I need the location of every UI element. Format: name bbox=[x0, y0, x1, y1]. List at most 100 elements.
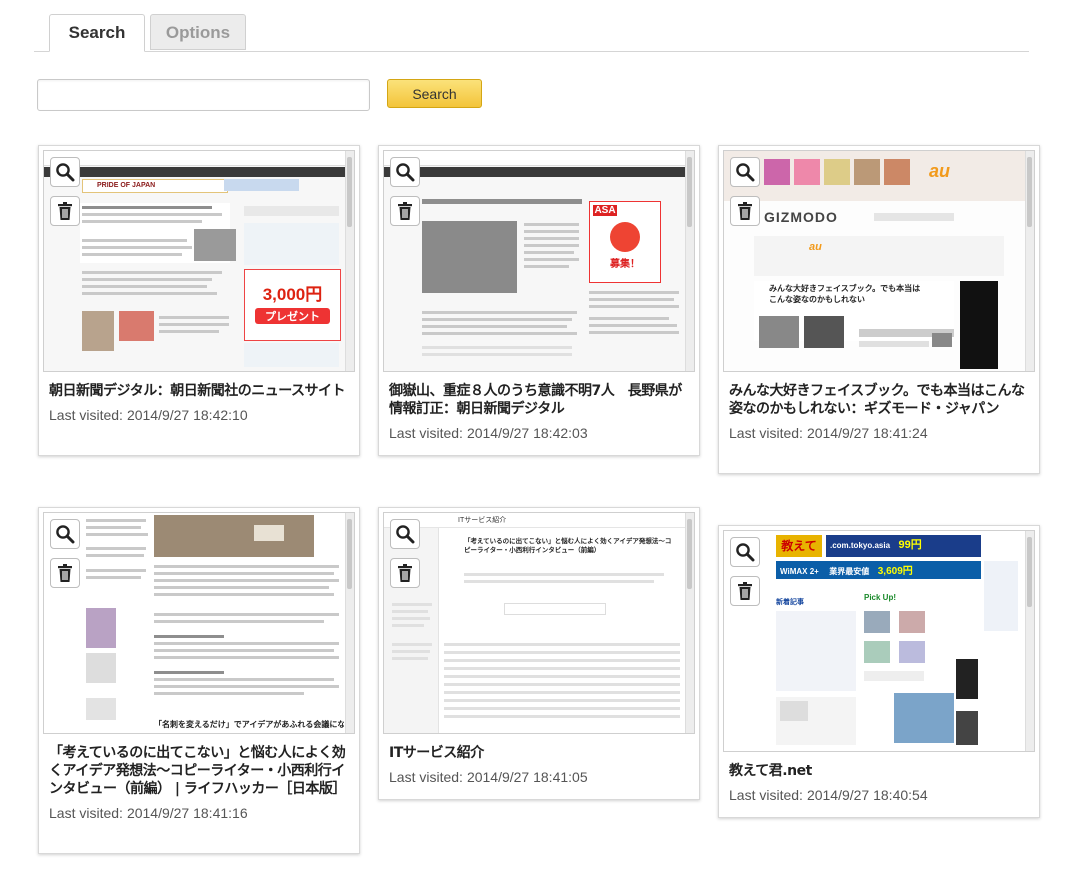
thumb-headline: 「名刺を変えるだけ」でアイデアがあふれる会議になる理由 bbox=[154, 720, 344, 729]
trash-icon bbox=[738, 582, 752, 600]
thumb-headline: みんな大好きフェイスブック。でも本当は こんな姿なのかもしれない bbox=[769, 283, 969, 305]
card-title[interactable]: 教えて君.net bbox=[729, 762, 1027, 780]
trash-icon bbox=[58, 202, 72, 220]
delete-button[interactable] bbox=[390, 196, 420, 226]
thumb-scrollbar bbox=[1025, 531, 1034, 751]
zoom-button[interactable] bbox=[390, 519, 420, 549]
zoom-button[interactable] bbox=[730, 537, 760, 567]
thumb-headline-line2: こんな姿なのかもしれない bbox=[769, 295, 865, 304]
thumb-mid-ad-price: 3,609円 bbox=[877, 566, 913, 577]
thumb-banner-text: PRIDE OF JAPAN bbox=[82, 179, 228, 193]
thumb-top-ad-domain: .com.tokyo.asia bbox=[830, 541, 891, 550]
delete-button[interactable] bbox=[730, 576, 760, 606]
last-visited-time: 2014/9/27 18:40:54 bbox=[806, 787, 928, 803]
zoom-button[interactable] bbox=[50, 519, 80, 549]
thumb-scrollbar bbox=[685, 151, 694, 371]
thumb-article-title-line1: 「考えているのに出てこない」と悩む人によく効くアイデア発想法～コ bbox=[464, 538, 672, 545]
search-button[interactable]: Search bbox=[387, 79, 482, 108]
trash-icon bbox=[58, 564, 72, 582]
thumb-top-ad-price: 99円 bbox=[898, 539, 922, 551]
history-card: ASA 募集！ 御嶽山、重症８人のうち意識不明7人 長野県が情報訂正：朝日新聞デ… bbox=[378, 145, 700, 456]
delete-button[interactable] bbox=[50, 558, 80, 588]
thumb-news-heading: 新着記事 bbox=[776, 599, 804, 606]
tab-options[interactable]: Options bbox=[150, 14, 246, 50]
page-thumbnail[interactable]: ITサービス紹介 「考えているのに出てこない」と悩む人によく効くアイデア発想法～… bbox=[383, 512, 695, 734]
thumb-scrollbar bbox=[1025, 151, 1034, 371]
history-card: 「名刺を変えるだけ」でアイデアがあふれる会議になる理由 「考えているのに出てこな… bbox=[38, 507, 360, 854]
magnifier-icon bbox=[396, 163, 415, 182]
trash-icon bbox=[398, 564, 412, 582]
magnifier-icon bbox=[56, 163, 75, 182]
last-visited-time: 2014/9/27 18:42:10 bbox=[126, 407, 248, 423]
thumb-gizmodo-logo: GIZMODO bbox=[764, 209, 838, 225]
card-title[interactable]: 御嶽山、重症８人のうち意識不明7人 長野県が情報訂正：朝日新聞デジタル bbox=[389, 382, 687, 418]
thumb-header bbox=[44, 151, 348, 166]
magnifier-icon bbox=[396, 525, 415, 544]
card-last-visited: Last visited: 2014/9/27 18:41:05 bbox=[389, 769, 687, 785]
thumb-mid-ad-tag: 業界最安値 bbox=[829, 567, 870, 576]
thumb-mid-ad-label: WiMAX 2+ bbox=[780, 567, 819, 576]
card-title[interactable]: みんな大好きフェイスブック。でも本当はこんな姿なのかもしれない：ギズモード・ジャ… bbox=[729, 382, 1027, 418]
thumb-ad-logo: ASA bbox=[593, 205, 617, 216]
thumb-mid-ad: WiMAX 2+ 業界最安値 3,609円 bbox=[776, 561, 981, 579]
history-card: ITサービス紹介 「考えているのに出てこない」と悩む人によく効くアイデア発想法～… bbox=[378, 507, 700, 800]
zoom-button[interactable] bbox=[50, 157, 80, 187]
page-thumbnail[interactable]: 教えて君 .com.tokyo.asia 99円 WiMAX 2+ 業界最安値 … bbox=[723, 530, 1035, 752]
thumb-ad: ASA 募集！ bbox=[589, 201, 661, 283]
trash-icon bbox=[738, 202, 752, 220]
thumb-site-logo: 教えて君 bbox=[776, 535, 822, 575]
last-visited-label: Last visited: bbox=[49, 805, 123, 821]
magnifier-icon bbox=[56, 525, 75, 544]
card-last-visited: Last visited: 2014/9/27 18:40:54 bbox=[729, 787, 1027, 803]
card-last-visited: Last visited: 2014/9/27 18:42:03 bbox=[389, 425, 687, 441]
thumb-article-title: 「考えているのに出てこない」と悩む人によく効くアイデア発想法～コ ピーライター・… bbox=[464, 537, 674, 555]
last-visited-time: 2014/9/27 18:42:03 bbox=[466, 425, 588, 441]
last-visited-label: Last visited: bbox=[49, 407, 123, 423]
thumb-top-ad: .com.tokyo.asia 99円 bbox=[826, 535, 981, 557]
search-input[interactable] bbox=[37, 79, 370, 111]
thumb-ad-price: 3,000円 bbox=[262, 285, 323, 304]
card-last-visited: Last visited: 2014/9/27 18:41:24 bbox=[729, 425, 1027, 441]
zoom-button[interactable] bbox=[390, 157, 420, 187]
thumb-headline-line1: みんな大好きフェイスブック。でも本当は bbox=[769, 284, 921, 293]
history-card: 教えて君 .com.tokyo.asia 99円 WiMAX 2+ 業界最安値 … bbox=[718, 525, 1040, 818]
page-thumbnail[interactable]: ASA 募集！ bbox=[383, 150, 695, 372]
thumb-scrollbar bbox=[345, 513, 354, 733]
card-last-visited: Last visited: 2014/9/27 18:42:10 bbox=[49, 407, 347, 423]
last-visited-time: 2014/9/27 18:41:16 bbox=[126, 805, 248, 821]
thumb-scrollbar bbox=[345, 151, 354, 371]
thumb-scrollbar bbox=[685, 513, 694, 733]
page-thumbnail[interactable]: 「名刺を変えるだけ」でアイデアがあふれる会議になる理由 bbox=[43, 512, 355, 734]
last-visited-label: Last visited: bbox=[389, 425, 463, 441]
card-title[interactable]: 「考えているのに出てこない」と悩む人によく効くアイデア発想法～コピーライター・小… bbox=[49, 744, 347, 798]
history-card: au GIZMODO au みんな大好きフェイスブック。でも本当は こんな姿なの… bbox=[718, 145, 1040, 474]
magnifier-icon bbox=[736, 543, 755, 562]
tab-search[interactable]: Search bbox=[49, 14, 145, 52]
last-visited-label: Last visited: bbox=[389, 769, 463, 785]
page-thumbnail[interactable]: PRIDE OF JAPAN 3,000円 プレゼント bbox=[43, 150, 355, 372]
last-visited-time: 2014/9/27 18:41:24 bbox=[806, 425, 928, 441]
thumb-au-logo: au bbox=[929, 161, 951, 181]
thumb-ad-label: 募集！ bbox=[610, 259, 640, 270]
page-thumbnail[interactable]: au GIZMODO au みんな大好きフェイスブック。でも本当は こんな姿なの… bbox=[723, 150, 1035, 372]
thumb-pickup-heading: Pick Up! bbox=[864, 593, 897, 602]
card-title[interactable]: 朝日新聞デジタル：朝日新聞社のニュースサイト bbox=[49, 382, 347, 400]
delete-button[interactable] bbox=[730, 196, 760, 226]
history-card: PRIDE OF JAPAN 3,000円 プレゼント 朝日新聞デジタル：朝日新… bbox=[38, 145, 360, 456]
card-last-visited: Last visited: 2014/9/27 18:41:16 bbox=[49, 805, 347, 821]
thumb-au-logo-2: au bbox=[809, 241, 822, 253]
last-visited-label: Last visited: bbox=[729, 425, 803, 441]
trash-icon bbox=[398, 202, 412, 220]
thumb-ad: 3,000円 プレゼント bbox=[244, 269, 341, 341]
last-visited-label: Last visited: bbox=[729, 787, 803, 803]
magnifier-icon bbox=[736, 163, 755, 182]
tab-bar: Search Options bbox=[34, 12, 1029, 52]
thumb-ad-label: プレゼント bbox=[255, 308, 330, 324]
thumb-article-title-line2: ピーライター・小西利行インタビュー（前編） bbox=[464, 547, 601, 554]
zoom-button[interactable] bbox=[730, 157, 760, 187]
card-title[interactable]: ITサービス紹介 bbox=[389, 744, 687, 762]
delete-button[interactable] bbox=[50, 196, 80, 226]
thumb-page-title: ITサービス紹介 bbox=[458, 517, 507, 524]
last-visited-time: 2014/9/27 18:41:05 bbox=[466, 769, 588, 785]
delete-button[interactable] bbox=[390, 558, 420, 588]
